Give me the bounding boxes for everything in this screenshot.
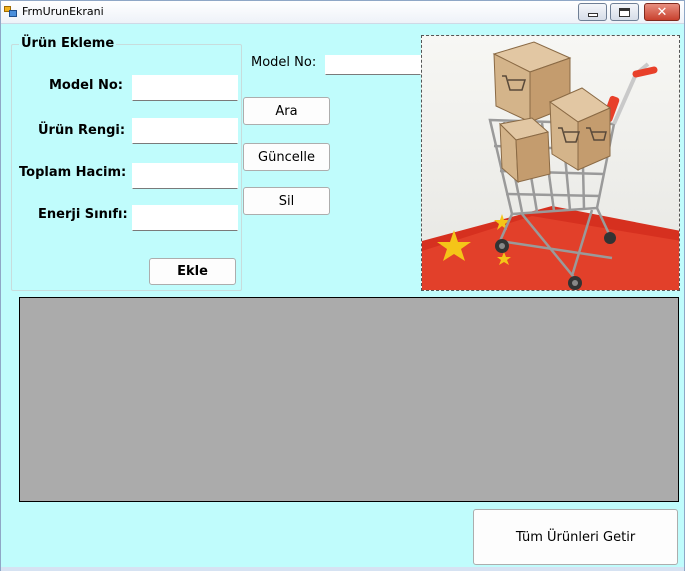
- minimize-button[interactable]: [578, 3, 607, 21]
- add-button[interactable]: Ekle: [149, 258, 236, 285]
- window-bottom-border: [1, 567, 684, 571]
- products-datagrid[interactable]: [19, 297, 679, 502]
- search-model-no-input[interactable]: [325, 55, 421, 75]
- app-icon: [4, 6, 17, 18]
- maximize-button[interactable]: [610, 3, 639, 21]
- close-icon: ✕: [656, 4, 668, 20]
- groupbox-title: Ürün Ekleme: [19, 36, 117, 51]
- update-button[interactable]: Güncelle: [243, 143, 330, 171]
- model-no-input[interactable]: [132, 75, 238, 101]
- delete-button[interactable]: Sil: [243, 187, 330, 215]
- energy-class-input[interactable]: [132, 205, 238, 231]
- energy-class-label: Enerji Sınıfı:: [38, 207, 128, 222]
- search-model-no-label: Model No:: [251, 55, 317, 70]
- window-title: FrmUrunEkrani: [22, 5, 104, 18]
- title-bar[interactable]: FrmUrunEkrani ✕: [1, 1, 684, 24]
- total-volume-label: Toplam Hacim:: [19, 165, 127, 180]
- search-button[interactable]: Ara: [243, 97, 330, 125]
- close-button[interactable]: ✕: [644, 3, 680, 21]
- get-all-products-button[interactable]: Tüm Ürünleri Getir: [473, 509, 678, 565]
- product-color-input[interactable]: [132, 118, 238, 144]
- form-window: FrmUrunEkrani ✕ Ürün Ekleme Model No: Ür…: [0, 0, 685, 571]
- maximize-icon: [619, 7, 630, 17]
- total-volume-input[interactable]: [132, 163, 238, 189]
- shopping-cart-image: [422, 36, 679, 290]
- model-no-label: Model No:: [49, 78, 123, 93]
- product-color-label: Ürün Rengi:: [38, 123, 126, 138]
- minimize-icon: [587, 13, 598, 17]
- product-picture: [421, 35, 680, 291]
